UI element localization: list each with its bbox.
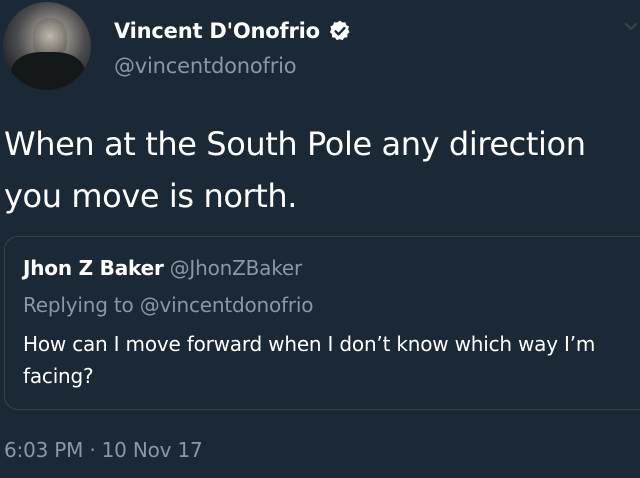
- quoted-display-name: Jhon Z Baker: [23, 256, 164, 280]
- replying-to: Replying to @vincentdonofrio: [23, 293, 314, 317]
- author-handle[interactable]: @vincentdonofrio: [114, 54, 352, 78]
- quoted-handle: @JhonZBaker: [169, 256, 303, 280]
- avatar-coat: [11, 52, 85, 90]
- tweet-card: Vincent D'Onofrio @vincentdonofrio When …: [0, 0, 640, 478]
- quoted-author-row: Jhon Z Baker @JhonZBaker: [23, 256, 302, 280]
- chevron-down-icon[interactable]: [624, 20, 638, 34]
- tweet-text: When at the South Pole any direction you …: [4, 125, 586, 215]
- tweet-timestamp[interactable]: 6:03 PM · 10 Nov 17: [4, 438, 203, 462]
- quoted-text: How can I move forward when I don’t know…: [23, 332, 596, 388]
- avatar[interactable]: [3, 2, 91, 90]
- quoted-tweet[interactable]: Jhon Z Baker @JhonZBaker Replying to @vin…: [4, 236, 640, 410]
- author-display-name[interactable]: Vincent D'Onofrio: [114, 19, 320, 43]
- verified-badge-icon: [329, 20, 350, 41]
- author-name-row: Vincent D'Onofrio: [114, 14, 352, 48]
- author-block: Vincent D'Onofrio @vincentdonofrio: [114, 14, 352, 78]
